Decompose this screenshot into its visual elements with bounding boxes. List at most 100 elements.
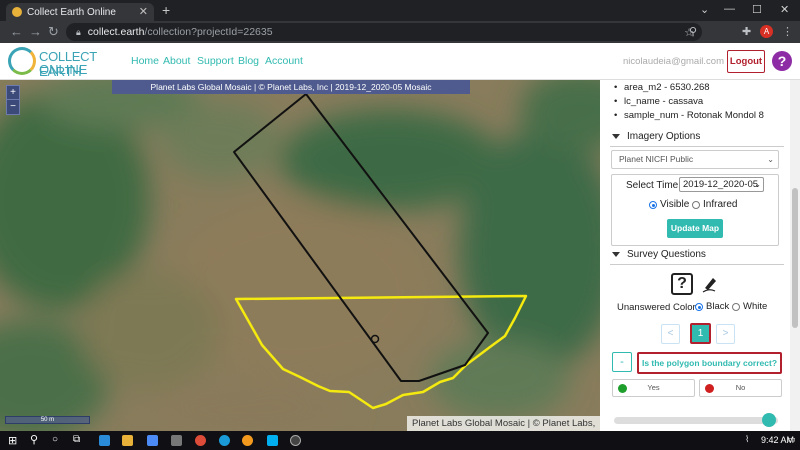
answer-no-button[interactable]: No <box>699 379 782 397</box>
caret-down-icon <box>612 252 620 257</box>
address-bar[interactable]: 🔒︎ collect.earth/collection?projectId=22… <box>66 23 702 41</box>
unanswered-color-row: Unanswered Color <box>617 302 696 313</box>
extensions-icon[interactable]: ✚ <box>742 25 751 38</box>
forward-icon[interactable]: → <box>29 24 42 39</box>
network-icon[interactable]: ⌇ <box>745 434 749 445</box>
collapse-question-button[interactable]: - <box>612 352 632 372</box>
calculator-icon[interactable] <box>147 435 158 446</box>
file-explorer-icon[interactable] <box>122 435 133 446</box>
firefox-icon[interactable] <box>242 435 253 446</box>
zoom-in-button[interactable]: + <box>7 86 19 100</box>
visible-radio[interactable] <box>649 201 657 209</box>
sidebar-scrollbar[interactable] <box>790 80 800 431</box>
minimize-icon[interactable]: — <box>724 3 735 15</box>
zoom-control: + − <box>6 85 20 115</box>
taskbar-search-icon[interactable]: ⚲ <box>30 433 38 446</box>
url-host: collect.earth <box>87 26 145 38</box>
answer-label: No <box>735 383 746 392</box>
draw-pen-icon[interactable] <box>701 273 721 293</box>
collect-earth-logo[interactable]: COLLECT EARTH ONLINE <box>8 47 128 79</box>
url-path: /collection?projectId=22635 <box>144 26 273 38</box>
lock-icon: 🔒︎ <box>76 26 81 37</box>
window-close-icon[interactable]: ✕ <box>780 3 789 16</box>
browser-tab-strip: Collect Earth Online ✕ + ⌄ — ☐ ✕ <box>0 0 800 21</box>
next-question-button[interactable]: > <box>716 324 735 344</box>
browser-toolbar: ← → ↻ 🔒︎ collect.earth/collection?projec… <box>0 21 800 43</box>
windows-start-icon[interactable]: ⊞ <box>8 434 17 447</box>
imagery-options-header[interactable]: Imagery Options <box>610 127 784 147</box>
notification-icon[interactable]: ▭ <box>787 434 796 445</box>
edge-icon[interactable] <box>219 435 230 446</box>
tab-title: Collect Earth Online <box>27 6 116 18</box>
imagery-source-value: Planet NICFI Public <box>619 154 694 164</box>
logout-button[interactable]: Logout <box>727 50 765 73</box>
back-icon[interactable]: ← <box>10 24 23 39</box>
nav-account[interactable]: Account <box>265 55 303 67</box>
nav-about[interactable]: About <box>163 55 190 67</box>
cortana-icon[interactable]: ○ <box>52 434 58 445</box>
chevron-down-icon: ⌄ <box>754 180 761 189</box>
white-radio-label: White <box>743 301 768 312</box>
browser-menu-icon[interactable]: ⋮ <box>782 25 793 38</box>
profile-avatar[interactable]: A <box>760 25 773 38</box>
question-mode-icon[interactable]: ? <box>671 273 693 295</box>
chevron-down-icon: ⌄ <box>767 155 774 164</box>
answer-yes-button[interactable]: Yes <box>612 379 695 397</box>
question-text[interactable]: Is the polygon boundary correct? <box>637 352 782 374</box>
select-time-value: 2019-12_2020-05 <box>683 179 759 190</box>
infrared-radio[interactable] <box>692 201 700 209</box>
site-header: COLLECT EARTH ONLINE Home About Support … <box>0 43 800 80</box>
nav-blog[interactable]: Blog <box>238 55 259 67</box>
update-map-button[interactable]: Update Map <box>667 219 723 238</box>
plot-info-item: sample_num - Rotonak Mondol 8 <box>614 110 764 121</box>
logo-line2: ONLINE <box>39 62 88 77</box>
imagery-source-select[interactable]: Planet NICFI Public ⌄ <box>611 150 779 169</box>
task-view-icon[interactable]: ⧉ <box>73 434 80 445</box>
tab-search-icon[interactable]: ⌄ <box>700 3 709 16</box>
infrared-radio-label: Infrared <box>703 199 738 210</box>
map-attribution-top: Planet Labs Global Mosaic | © Planet Lab… <box>112 80 470 94</box>
chrome-icon[interactable] <box>195 435 206 446</box>
obs-icon[interactable] <box>290 435 301 446</box>
new-tab-icon[interactable]: + <box>162 2 170 18</box>
section-title: Imagery Options <box>627 131 701 142</box>
plot-center-marker <box>370 334 380 344</box>
user-email: nicolaudeia@gmail.com <box>623 56 724 67</box>
site-favicon-icon <box>12 7 22 17</box>
opacity-slider-thumb[interactable] <box>762 413 776 427</box>
app-icon[interactable] <box>171 435 182 446</box>
scale-bar: 50 m <box>5 416 90 424</box>
select-time-label: Select Time <box>626 180 679 191</box>
scrollbar-thumb[interactable] <box>792 188 798 328</box>
answer-label: Yes <box>647 383 660 392</box>
browser-tab[interactable]: Collect Earth Online ✕ <box>6 3 154 21</box>
survey-questions-header[interactable]: Survey Questions <box>610 245 784 265</box>
nav-home[interactable]: Home <box>131 55 159 67</box>
zoom-out-button[interactable]: − <box>7 100 19 114</box>
prev-question-button[interactable]: < <box>661 324 680 344</box>
tab-close-icon[interactable]: ✕ <box>139 5 148 18</box>
plot-info-item: lc_name - cassava <box>614 96 703 107</box>
search-icon[interactable]: ⚲ <box>689 25 697 38</box>
white-radio[interactable] <box>732 303 740 311</box>
opacity-slider-track[interactable] <box>614 417 778 424</box>
maximize-icon[interactable]: ☐ <box>752 3 762 16</box>
skype-icon[interactable] <box>267 435 278 446</box>
map-view[interactable]: Planet Labs Global Mosaic | © Planet Lab… <box>0 80 600 431</box>
reload-icon[interactable]: ↻ <box>48 24 59 40</box>
visible-radio-label: Visible <box>660 199 690 210</box>
plot-boundary <box>233 93 489 382</box>
select-time-dropdown[interactable]: 2019-12_2020-05 ⌄ <box>679 177 764 192</box>
os-taskbar: ⊞ ⚲ ○ ⧉ ⌇ 9:42 AM ▭ <box>0 431 800 450</box>
unanswered-color-label: Unanswered Color <box>617 302 696 313</box>
app-l-icon[interactable] <box>99 435 110 446</box>
question-page-button[interactable]: 1 <box>690 323 711 344</box>
help-button[interactable]: ? <box>772 51 792 71</box>
caret-down-icon <box>612 134 620 139</box>
black-radio[interactable] <box>695 303 703 311</box>
nav-support[interactable]: Support <box>197 55 234 67</box>
map-attribution-bottom: Planet Labs Global Mosaic | © Planet Lab… <box>407 416 600 431</box>
black-radio-label: Black <box>706 301 730 312</box>
section-title: Survey Questions <box>627 249 706 260</box>
logo-ring-icon <box>8 47 36 75</box>
